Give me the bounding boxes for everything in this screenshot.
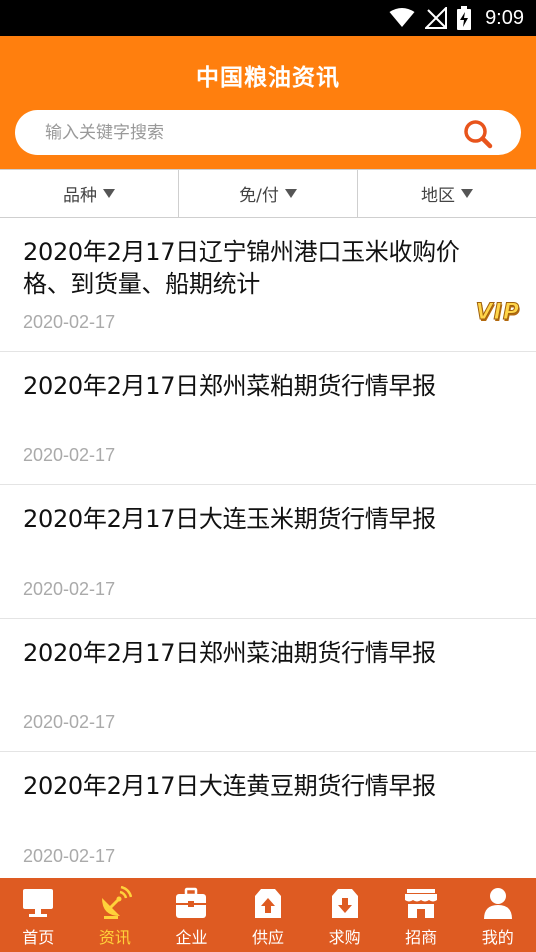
filter-label: 免/付 — [239, 186, 279, 206]
bottom-nav: 首页 资讯 企业 供应 求购 招商 我的 — [0, 878, 536, 952]
tab-news[interactable]: 资讯 — [77, 878, 154, 952]
filter-label: 地区 — [421, 186, 455, 206]
battery-charging-icon — [457, 6, 472, 30]
upload-box-icon — [251, 886, 285, 920]
wifi-icon — [389, 8, 415, 28]
caret-down-icon — [461, 189, 473, 198]
filter-region[interactable]: 地区 — [358, 170, 536, 217]
briefcase-icon — [174, 886, 208, 920]
list-item[interactable]: 2020年2月17日大连黄豆期货行情早报 2020-02-17 — [0, 752, 536, 878]
search-icon[interactable] — [463, 119, 493, 149]
news-date: 2020-02-17 — [23, 311, 116, 332]
satellite-dish-icon — [98, 886, 132, 920]
caret-down-icon — [103, 189, 115, 198]
status-bar: 9:09 — [0, 0, 536, 36]
app-header: 中国粮油资讯 — [0, 36, 536, 169]
page-title: 中国粮油资讯 — [196, 65, 340, 91]
news-date: 2020-02-17 — [23, 445, 116, 465]
tab-investment[interactable]: 招商 — [383, 878, 460, 952]
news-date: 2020-02-17 — [23, 578, 116, 599]
vip-badge: VIP — [475, 300, 520, 326]
news-title: 2020年2月17日郑州菜油期货行情早报 — [23, 638, 436, 667]
news-title: 2020年2月17日大连玉米期货行情早报 — [23, 505, 436, 533]
news-title: 2020年2月17日郑州菜粕期货行情早报 — [23, 371, 436, 400]
tab-home[interactable]: 首页 — [0, 878, 77, 952]
filter-free-paid[interactable]: 免/付 — [179, 170, 358, 217]
download-box-icon — [328, 886, 362, 920]
user-icon — [481, 886, 515, 920]
no-signal-icon — [425, 7, 448, 29]
tab-label: 供应 — [252, 928, 285, 947]
tab-label: 我的 — [481, 928, 514, 947]
news-list: 2020年2月17日辽宁锦州港口玉米收购价格、到货量、船期统计 2020-02-… — [0, 218, 536, 878]
tab-mine[interactable]: 我的 — [459, 878, 536, 952]
search-box[interactable] — [15, 110, 521, 155]
list-item[interactable]: 2020年2月17日郑州菜粕期货行情早报 2020-02-17 — [0, 352, 536, 485]
clock: 9:09 — [485, 6, 524, 29]
tab-label: 首页 — [22, 928, 55, 947]
search-input[interactable] — [45, 110, 445, 155]
list-item[interactable]: 2020年2月17日郑州菜油期货行情早报 2020-02-17 — [0, 619, 536, 752]
filter-label: 品种 — [63, 186, 97, 206]
tab-label: 企业 — [175, 928, 208, 947]
filter-variety[interactable]: 品种 — [0, 170, 179, 217]
tab-purchase[interactable]: 求购 — [306, 878, 383, 952]
storefront-icon — [404, 886, 438, 920]
caret-down-icon — [284, 189, 297, 198]
tab-enterprise[interactable]: 企业 — [153, 878, 230, 952]
list-item[interactable]: 2020年2月17日大连玉米期货行情早报 2020-02-17 — [0, 485, 536, 619]
list-item[interactable]: 2020年2月17日辽宁锦州港口玉米收购价格、到货量、船期统计 2020-02-… — [0, 218, 536, 352]
filter-bar: 品种 免/付 地区 — [0, 169, 536, 218]
tab-label: 求购 — [328, 928, 361, 947]
news-title: 2020年2月17日大连黄豆期货行情早报 — [23, 772, 436, 800]
tab-label: 资讯 — [98, 928, 131, 947]
monitor-icon — [21, 886, 55, 920]
news-date: 2020-02-17 — [23, 712, 116, 732]
tab-label: 招商 — [405, 928, 438, 947]
tab-supply[interactable]: 供应 — [230, 878, 307, 952]
news-title: 2020年2月17日辽宁锦州港口玉米收购价格、到货量、船期统计 — [23, 238, 460, 298]
news-date: 2020-02-17 — [23, 845, 116, 866]
